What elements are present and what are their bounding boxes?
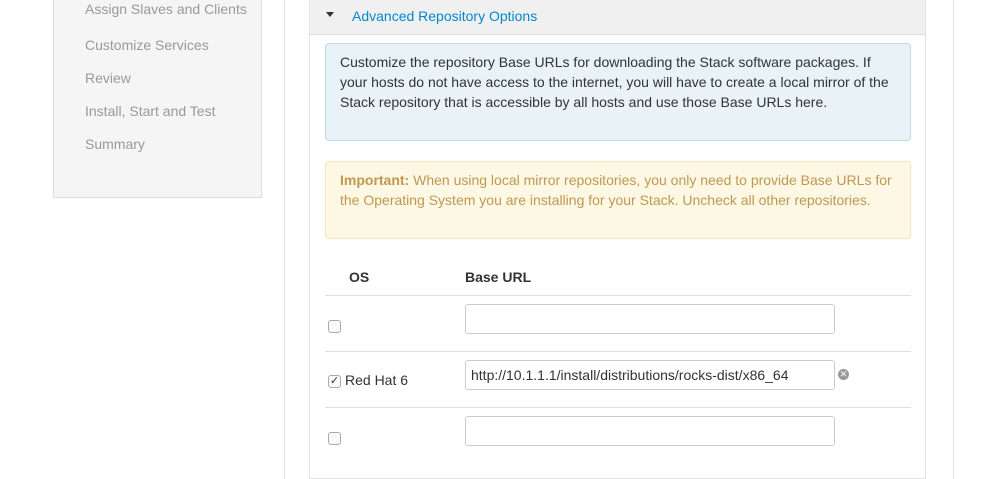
- os-column-header: OS: [349, 269, 370, 285]
- step-summary[interactable]: Summary: [85, 137, 255, 152]
- advanced-repo-panel: Advanced Repository Options Customize th…: [309, 0, 926, 479]
- step-customize-services[interactable]: Customize Services: [85, 38, 255, 53]
- os-label: Red Hat 6: [345, 372, 409, 388]
- step-review[interactable]: Review: [85, 71, 255, 86]
- advanced-repo-toggle[interactable]: Advanced Repository Options: [352, 8, 537, 24]
- divider: [325, 407, 911, 408]
- base-url-input[interactable]: [465, 304, 835, 334]
- warning-text: When using local mirror repositories, yo…: [340, 172, 892, 208]
- base-url-input[interactable]: [465, 416, 835, 446]
- os-checkbox[interactable]: [328, 320, 341, 333]
- divider: [325, 351, 911, 352]
- step-install-start-test[interactable]: Install, Start and Test: [85, 104, 255, 119]
- base-url-input[interactable]: [465, 360, 835, 390]
- os-checkbox-checked[interactable]: ✓: [328, 375, 341, 388]
- clear-url-icon[interactable]: ✕: [838, 369, 849, 380]
- warning-alert: Important: When using local mirror repos…: [325, 161, 911, 239]
- wizard-steps-sidebar: Assign Slaves and Clients Customize Serv…: [53, 0, 262, 198]
- os-checkbox[interactable]: [328, 432, 341, 445]
- warning-label: Important:: [340, 172, 410, 188]
- divider: [325, 295, 911, 296]
- panel-header[interactable]: Advanced Repository Options: [310, 0, 925, 35]
- info-alert: Customize the repository Base URLs for d…: [325, 43, 911, 141]
- base-url-column-header: Base URL: [465, 269, 532, 285]
- caret-down-icon[interactable]: [326, 12, 334, 17]
- step-assign-slaves[interactable]: Assign Slaves and Clients: [85, 2, 255, 17]
